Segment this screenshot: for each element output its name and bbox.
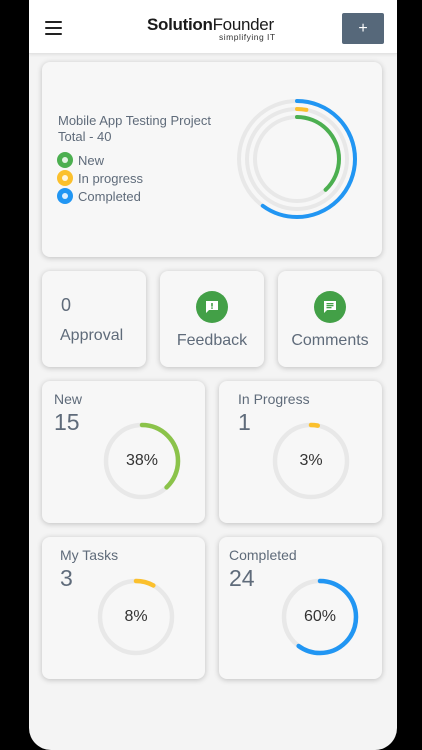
legend-item-new: New <box>57 152 104 168</box>
feedback-icon <box>196 291 228 323</box>
in-progress-percent-donut: 3% <box>271 421 351 501</box>
legend-dot-icon <box>57 152 73 168</box>
legend-dot-icon <box>57 170 73 186</box>
legend-item-completed: Completed <box>57 188 141 204</box>
approval-label: Approval <box>60 327 124 344</box>
in-progress-card[interactable]: In Progress 1 3% <box>219 381 382 523</box>
ring-in-progress-track <box>245 107 349 211</box>
completed-card[interactable]: Completed 24 60% <box>219 537 382 679</box>
stat-title: Completed <box>229 547 297 563</box>
donut-percent-label: 8% <box>124 608 148 625</box>
legend-item-in-progress: In progress <box>57 170 143 186</box>
donut-percent-label: 60% <box>303 608 337 625</box>
menu-icon[interactable] <box>45 21 62 35</box>
stat-title: My Tasks <box>60 547 119 563</box>
stat-count: 15 <box>54 409 80 435</box>
project-title: Mobile App Testing Project <box>58 113 211 128</box>
stat-count: 3 <box>60 565 73 591</box>
approval-count: 0 <box>61 295 72 315</box>
completed-percent-donut: 60% <box>280 577 360 657</box>
project-status-rings-chart <box>237 99 357 219</box>
feedback-card[interactable]: Feedback <box>160 271 264 367</box>
comments-card[interactable]: Comments <box>278 271 382 367</box>
brand-logo: SolutionFounder simplifying IT <box>147 15 276 42</box>
project-total: Total - 40 <box>58 129 112 144</box>
my-tasks-percent-donut: 8% <box>96 577 176 657</box>
comments-label: Comments <box>291 332 369 349</box>
new-percent-donut: 38% <box>102 421 182 501</box>
project-overview-card[interactable]: Mobile App Testing Project Total - 40 Ne… <box>42 62 382 257</box>
stat-count: 24 <box>229 565 255 591</box>
donut-percent-label: 38% <box>125 452 159 469</box>
legend-dot-icon <box>57 188 73 204</box>
top-app-bar: SolutionFounder simplifying IT + <box>29 0 397 54</box>
comments-icon <box>314 291 346 323</box>
stat-title: New <box>54 391 83 407</box>
approval-card[interactable]: 0 Approval <box>42 271 146 367</box>
add-button[interactable]: + <box>342 13 384 44</box>
my-tasks-card[interactable]: My Tasks 3 8% <box>42 537 205 679</box>
new-tasks-card[interactable]: New 15 38% <box>42 381 205 523</box>
donut-percent-label: 3% <box>299 452 323 469</box>
app-screen: SolutionFounder simplifying IT + Mobile … <box>29 0 397 750</box>
feedback-label: Feedback <box>176 332 248 349</box>
stat-count: 1 <box>238 409 251 435</box>
stat-title: In Progress <box>238 391 310 407</box>
